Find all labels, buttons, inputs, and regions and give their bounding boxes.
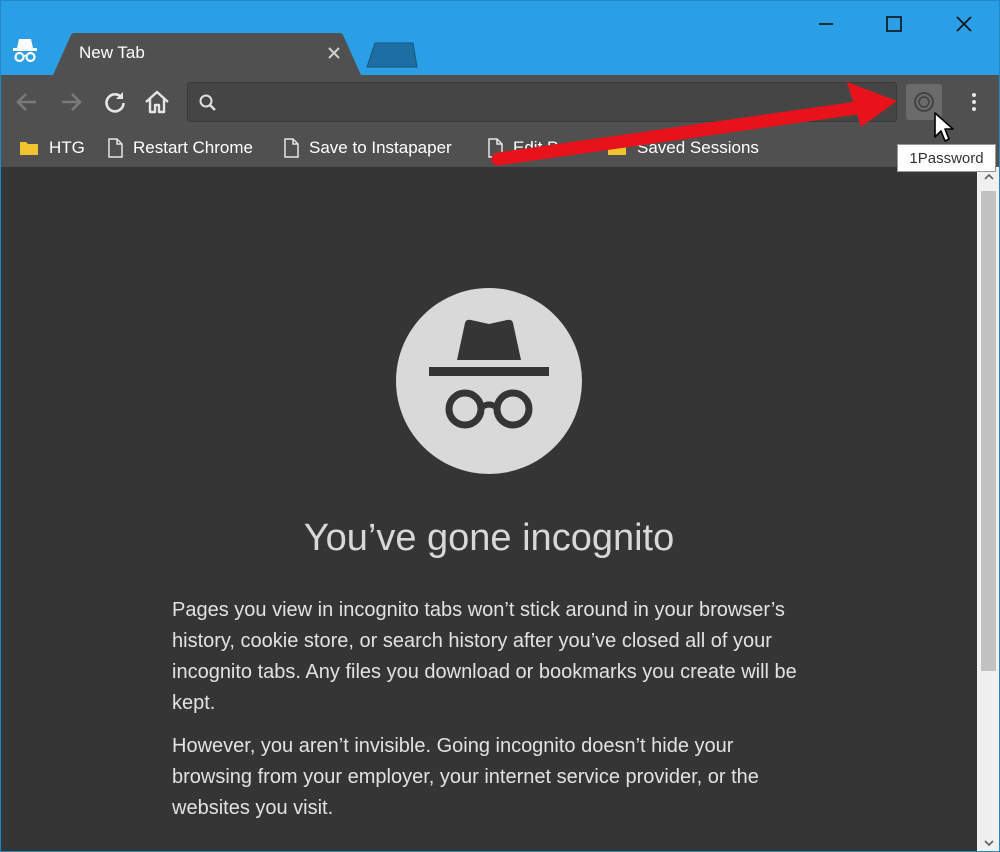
bookmark-label: HTG <box>49 138 85 157</box>
incognito-warning: However, you aren’t invisible. Going inc… <box>172 735 759 819</box>
address-input[interactable] <box>228 89 828 115</box>
page-icon <box>284 138 299 158</box>
bookmark-label: Restart Chrome <box>133 138 253 157</box>
minimize-button[interactable] <box>803 9 849 39</box>
bookmark-saved-sessions[interactable]: Saved Sessions <box>607 135 759 161</box>
bookmark-label: Save to Instapaper <box>309 138 452 157</box>
page-title: You’ve gone incognito <box>303 517 675 559</box>
address-bar[interactable] <box>187 82 897 122</box>
scrollbar-thumb[interactable] <box>981 191 996 671</box>
scroll-down-arrow-icon[interactable] <box>977 833 999 851</box>
toolbar <box>1 75 999 129</box>
mouse-cursor-icon <box>933 111 955 143</box>
search-icon <box>198 93 218 113</box>
close-window-button[interactable] <box>941 9 987 39</box>
extension-tooltip: 1Password <box>897 144 996 172</box>
bookmark-star-icon[interactable] <box>860 91 882 114</box>
bookmark-htg[interactable]: HTG <box>19 135 85 161</box>
bookmark-edit-post[interactable]: Edit Post <box>487 135 581 161</box>
forward-button[interactable] <box>57 88 85 116</box>
chrome-menu-button[interactable] <box>961 88 987 116</box>
bookmarks-bar: HTG Restart Chrome Save to Instapaper Ed… <box>1 129 999 167</box>
close-tab-icon[interactable] <box>324 43 344 63</box>
incognito-description: Pages you view in incognito tabs won’t s… <box>172 599 797 714</box>
incognito-icon <box>11 37 39 63</box>
reload-button[interactable] <box>101 88 129 116</box>
page-icon <box>108 138 123 158</box>
bookmark-label: Saved Sessions <box>637 138 759 157</box>
browser-window: New Tab HTG Restart Chrome Save to Insta… <box>0 0 1000 852</box>
folder-icon <box>608 142 626 155</box>
maximize-button[interactable] <box>871 9 917 39</box>
new-tab-button[interactable] <box>363 41 419 69</box>
vertical-scrollbar[interactable] <box>977 167 999 851</box>
incognito-page: You’ve gone incognito Pages you view in … <box>1 167 977 851</box>
tab-new-tab[interactable]: New Tab <box>53 33 361 75</box>
folder-icon <box>20 142 38 155</box>
incognito-logo-icon <box>396 288 582 474</box>
bookmark-save-to-instapaper[interactable]: Save to Instapaper <box>283 135 452 161</box>
bookmark-restart-chrome[interactable]: Restart Chrome <box>107 135 253 161</box>
bookmark-label: Edit Post <box>513 138 582 157</box>
back-button[interactable] <box>13 88 41 116</box>
tab-title: New Tab <box>79 43 145 62</box>
home-button[interactable] <box>143 88 171 116</box>
page-icon <box>488 138 503 158</box>
tab-strip: New Tab <box>1 1 999 75</box>
